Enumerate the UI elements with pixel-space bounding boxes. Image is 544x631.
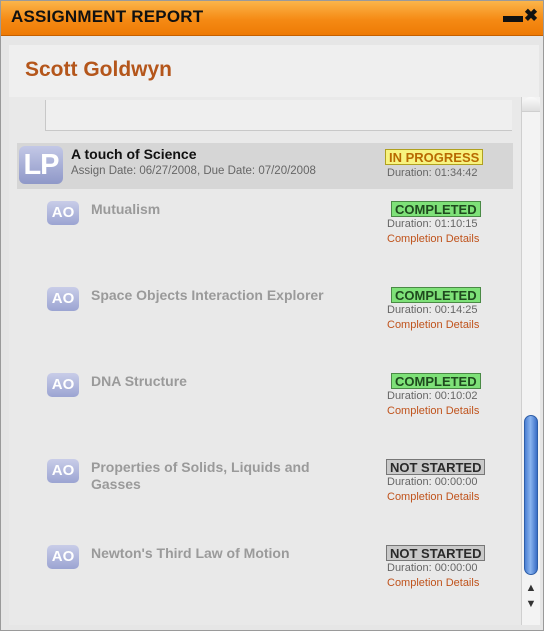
activity-row[interactable]: AO Space Objects Interaction Explorer CO… bbox=[45, 285, 513, 365]
completion-details-link[interactable]: Completion Details bbox=[387, 577, 479, 589]
activity-title: Newton's Third Law of Motion bbox=[91, 545, 290, 561]
status-badge: IN PROGRESS bbox=[385, 149, 484, 165]
completion-details-link[interactable]: Completion Details bbox=[387, 491, 479, 503]
activity-row[interactable]: AO Properties of Solids, Liquids and Gas… bbox=[45, 457, 513, 537]
completion-details-link[interactable]: Completion Details bbox=[387, 233, 479, 245]
duration-text: Duration: 00:14:25 bbox=[387, 304, 478, 316]
learning-path-title: A touch of Science bbox=[71, 146, 197, 162]
status-badge: COMPLETED bbox=[391, 201, 481, 217]
status-badge: COMPLETED bbox=[391, 373, 481, 389]
assignment-report-window: ASSIGNMENT REPORT ▬ ✖ Scott Goldwyn LP A… bbox=[0, 0, 544, 631]
learning-path-dates: Assign Date: 06/27/2008, Due Date: 07/20… bbox=[71, 165, 316, 177]
vertical-scrollbar[interactable]: ▲ ▼ bbox=[521, 97, 540, 625]
title-bar[interactable]: ASSIGNMENT REPORT ▬ ✖ bbox=[1, 1, 543, 36]
scrollbar-thumb[interactable] bbox=[524, 415, 538, 575]
duration-text: Duration: 00:10:02 bbox=[387, 390, 478, 402]
duration-text: Duration: 00:00:00 bbox=[387, 562, 478, 574]
learning-path-row[interactable]: LP A touch of Science Assign Date: 06/27… bbox=[17, 143, 513, 189]
window-title: ASSIGNMENT REPORT bbox=[11, 7, 204, 26]
activity-row[interactable]: AO Newton's Third Law of Motion NOT STAR… bbox=[45, 543, 513, 623]
completion-details-link[interactable]: Completion Details bbox=[387, 405, 479, 417]
scroll-down-arrow-icon[interactable]: ▼ bbox=[522, 597, 540, 611]
duration-text: Duration: 01:10:15 bbox=[387, 218, 478, 230]
activity-title: Properties of Solids, Liquids and Gasses bbox=[91, 459, 310, 492]
student-name: Scott Goldwyn bbox=[25, 58, 172, 81]
activity-icon: AO bbox=[47, 201, 79, 225]
duration-text: Duration: 00:00:00 bbox=[387, 476, 478, 488]
scrollbar-top-cap bbox=[522, 97, 540, 112]
activity-title: DNA Structure bbox=[91, 373, 187, 389]
activity-row[interactable]: AO DNA Structure COMPLETED Duration: 00:… bbox=[45, 371, 513, 451]
scroll-up-arrow-icon[interactable]: ▲ bbox=[522, 581, 540, 595]
empty-row bbox=[45, 100, 512, 131]
activity-icon: AO bbox=[47, 545, 79, 569]
activity-title: Space Objects Interaction Explorer bbox=[91, 287, 324, 303]
activity-icon: AO bbox=[47, 459, 79, 483]
activity-icon: AO bbox=[47, 287, 79, 311]
minimize-icon[interactable]: ▬ bbox=[503, 6, 523, 26]
activity-icon: AO bbox=[47, 373, 79, 397]
status-badge: COMPLETED bbox=[391, 287, 481, 303]
close-icon[interactable]: ✖ bbox=[522, 6, 540, 26]
activity-row[interactable]: AO Mutualism COMPLETED Duration: 01:10:1… bbox=[45, 199, 513, 279]
activity-title: Mutualism bbox=[91, 201, 161, 217]
report-list: LP A touch of Science Assign Date: 06/27… bbox=[9, 97, 540, 625]
learning-path-icon: LP bbox=[19, 146, 63, 184]
completion-details-link[interactable]: Completion Details bbox=[387, 319, 479, 331]
status-badge: NOT STARTED bbox=[386, 545, 486, 561]
duration-text: Duration: 01:34:42 bbox=[387, 167, 478, 179]
status-badge: NOT STARTED bbox=[386, 459, 486, 475]
student-header: Scott Goldwyn bbox=[9, 45, 539, 97]
